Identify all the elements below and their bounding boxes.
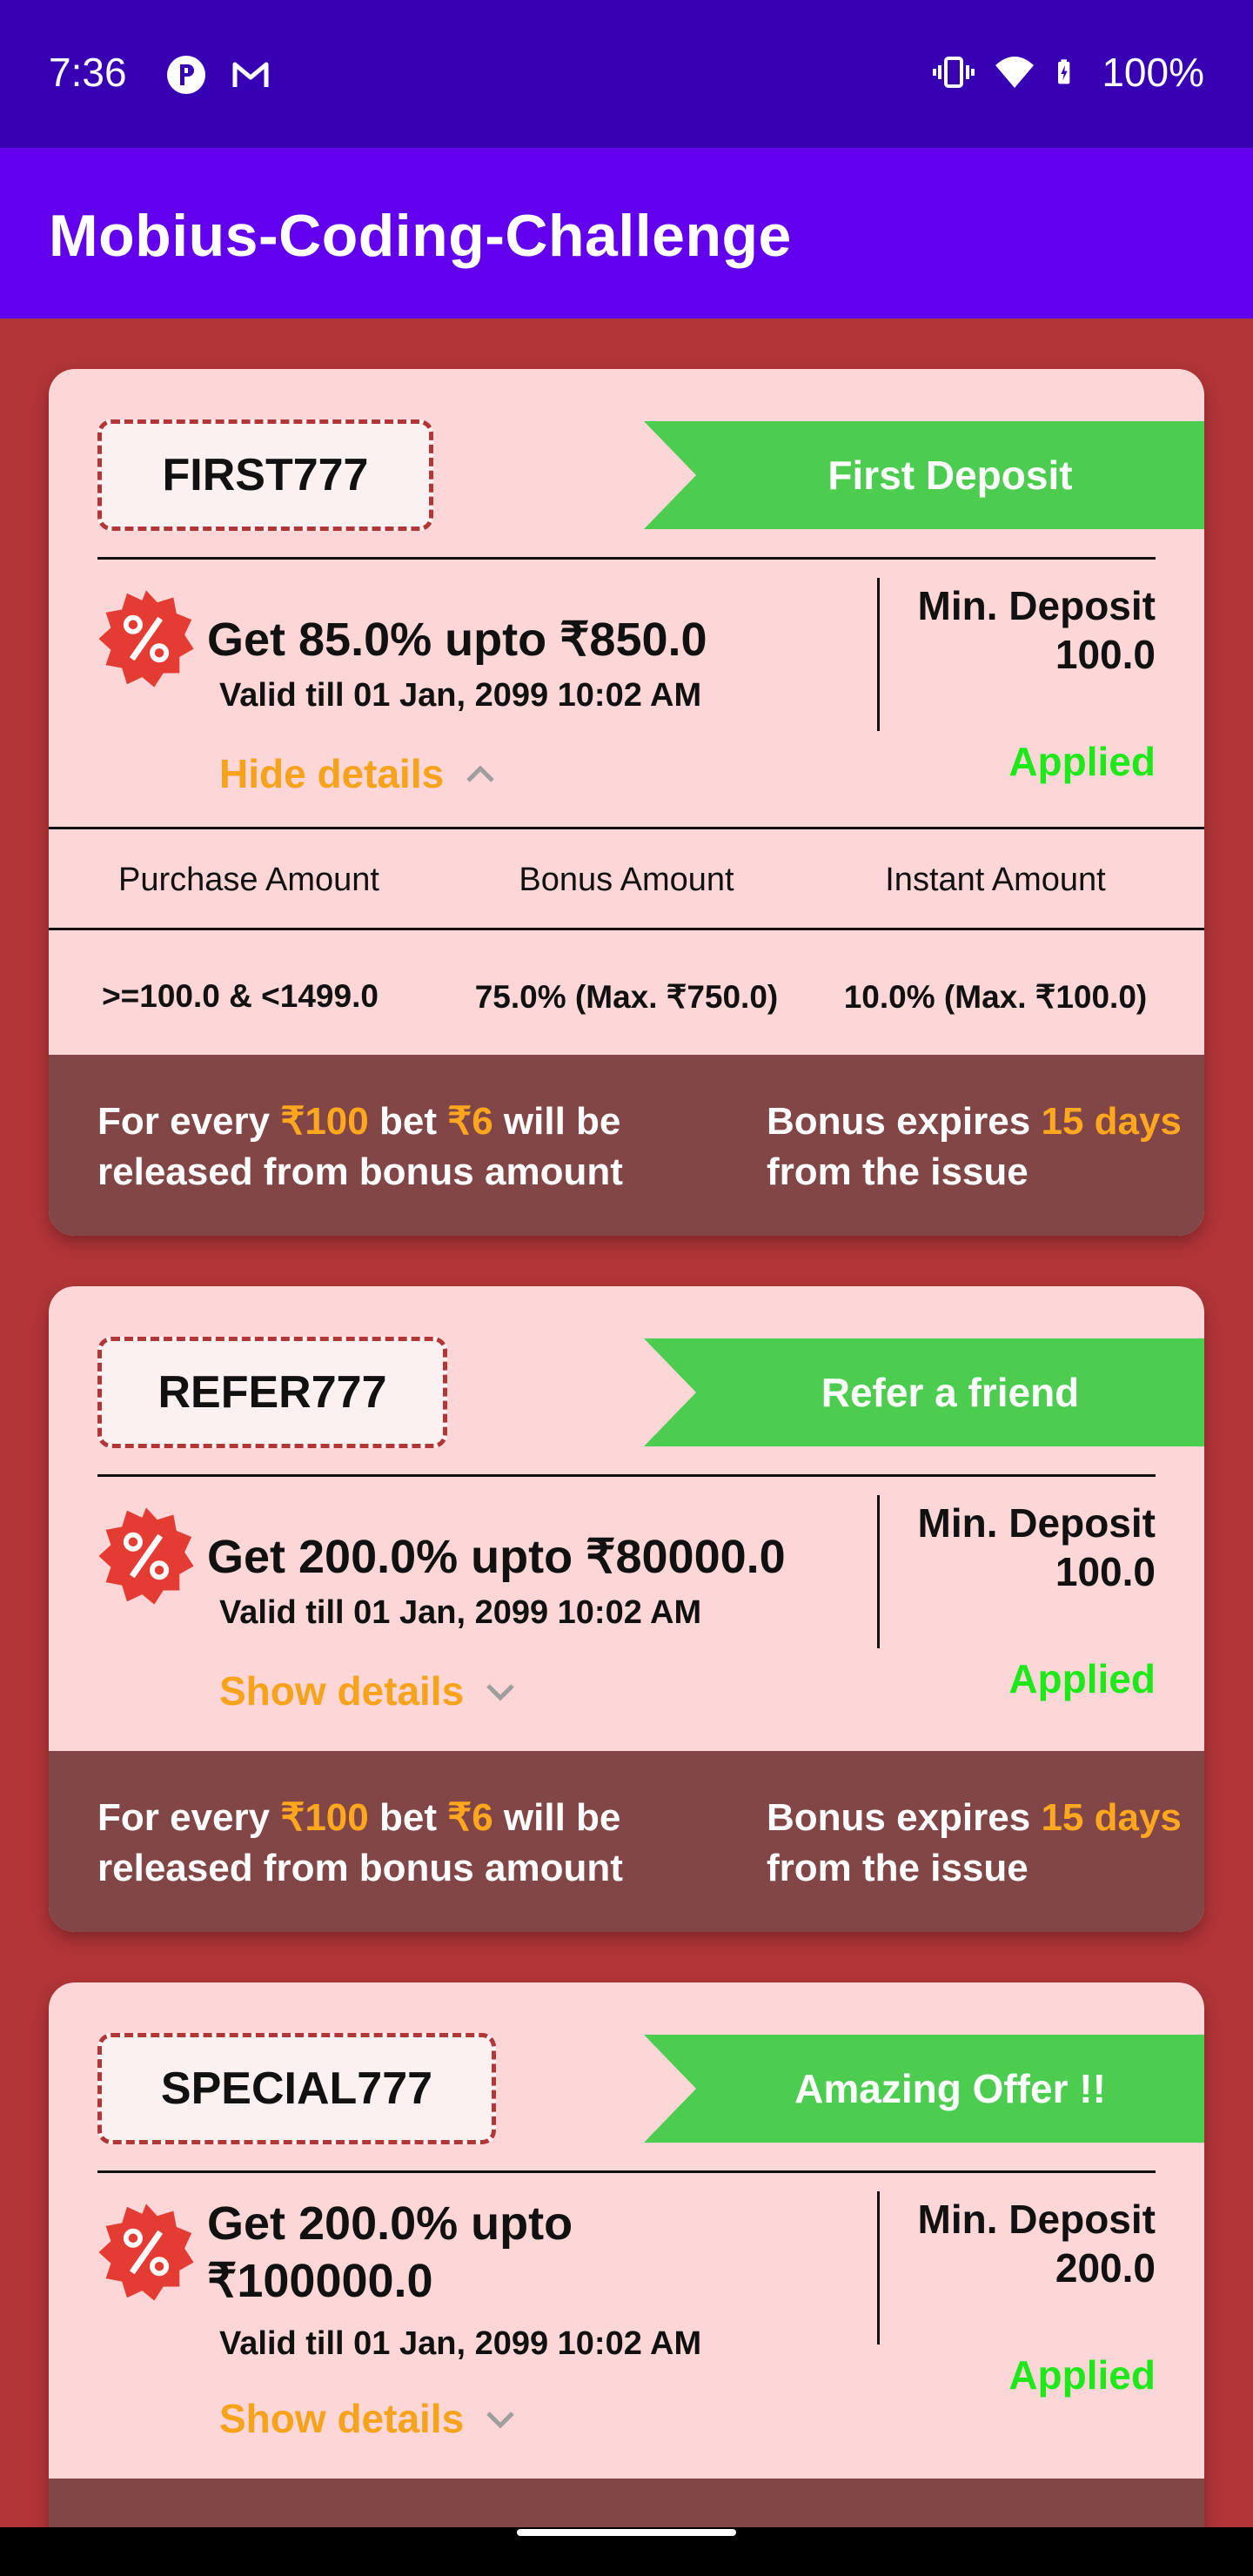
show-details-toggle[interactable]: Show details <box>219 1667 518 1714</box>
validity-text: Valid till 01 Jan, 2099 10:02 AM <box>219 2325 702 2362</box>
release-text: For every <box>97 1796 281 1839</box>
release-info: For every ₹100 bet ₹6 will be released f… <box>97 1793 707 1894</box>
percent-badge-icon <box>98 2204 194 2301</box>
app-bar: Mobius-Coding-Challenge <box>0 148 1253 319</box>
wifi-icon <box>995 57 1035 88</box>
toggle-label: Show details <box>219 2396 465 2441</box>
vibrate-icon <box>933 57 975 88</box>
release-text: bet <box>368 1796 448 1839</box>
table-cell-purchase: >=100.0 & <1499.0 <box>102 978 379 1014</box>
expiry-text: Bonus expires <box>767 1100 1042 1143</box>
expiry-days: 15 days <box>1041 1796 1182 1839</box>
status-notification-icons <box>165 54 271 96</box>
release-text: For every <box>97 1100 281 1143</box>
divider <box>97 1474 1156 1477</box>
applied-status: Applied <box>1008 2352 1156 2398</box>
release-info: For every ₹100 bet ₹6 will be released f… <box>97 1097 707 1197</box>
status-system-icons: 100% <box>933 49 1204 96</box>
vertical-divider <box>877 1495 880 1648</box>
release-amount: ₹100 <box>280 1796 369 1839</box>
applied-status: Applied <box>1008 1656 1156 1701</box>
table-cell-instant: 10.0% (Max. ₹100.0) <box>843 979 1148 1015</box>
offer-title: Get 200.0% upto ₹100000.0 <box>207 2195 573 2310</box>
validity-text: Valid till 01 Jan, 2099 10:02 AM <box>219 677 702 714</box>
divider <box>97 557 1156 560</box>
table-divider <box>49 928 1204 930</box>
min-deposit: Min. Deposit 100.0 <box>918 581 1156 679</box>
coupon-code[interactable]: REFER777 <box>97 1337 447 1448</box>
chevron-up-icon <box>466 765 494 782</box>
vertical-divider <box>877 2191 880 2345</box>
min-deposit-label: Min. Deposit <box>917 2197 1156 2242</box>
min-deposit-label: Min. Deposit <box>917 1500 1156 1546</box>
percent-badge-icon <box>98 1507 194 1605</box>
offer-title-line: ₹100000.0 <box>207 2255 433 2307</box>
min-deposit-value: 100.0 <box>1055 1549 1156 1594</box>
app-title: Mobius-Coding-Challenge <box>49 203 792 269</box>
table-divider <box>49 827 1204 829</box>
table-header-bonus: Bonus Amount <box>519 862 734 898</box>
expiry-text: from the issue <box>767 1847 1029 1889</box>
gesture-handle[interactable] <box>517 2529 736 2536</box>
expiry-text: Bonus expires <box>767 1796 1042 1839</box>
bonus-info-bar: For every ₹100 bet ₹6 will be released f… <box>49 1751 1204 1932</box>
divider <box>97 2170 1156 2173</box>
toggle-label: Show details <box>219 1668 465 1714</box>
offer-type-ribbon: Amazing Offer !! <box>644 2035 1204 2143</box>
min-deposit: Min. Deposit 100.0 <box>918 1499 1156 1596</box>
offer-card: FIRST777 First Deposit Get 85.0% upto ₹8… <box>49 369 1204 1236</box>
offer-title: Get 200.0% upto ₹80000.0 <box>207 1531 786 1583</box>
offer-card: REFER777 Refer a friend Get 200.0% upto … <box>49 1286 1204 1932</box>
offer-type-ribbon: Refer a friend <box>644 1338 1204 1446</box>
table-cell-bonus: 75.0% (Max. ₹750.0) <box>474 979 779 1015</box>
min-deposit-label: Min. Deposit <box>917 583 1156 628</box>
applied-status: Applied <box>1008 739 1156 784</box>
validity-text: Valid till 01 Jan, 2099 10:02 AM <box>219 1594 702 1631</box>
release-bet: ₹6 <box>447 1796 493 1839</box>
battery-charging-icon <box>1058 59 1070 84</box>
table-header-purchase: Purchase Amount <box>118 862 379 898</box>
expiry-days: 15 days <box>1041 1100 1182 1143</box>
offer-title: Get 85.0% upto ₹850.0 <box>207 614 707 666</box>
expiry-text: from the issue <box>767 1150 1029 1193</box>
battery-percentage: 100% <box>1102 50 1204 95</box>
offer-title-line: Get 200.0% upto <box>207 2197 573 2250</box>
min-deposit-value: 100.0 <box>1055 632 1156 677</box>
min-deposit-value: 200.0 <box>1055 2245 1156 2291</box>
coupon-code[interactable]: SPECIAL777 <box>97 2033 496 2144</box>
show-details-toggle[interactable]: Show details <box>219 2395 518 2442</box>
min-deposit: Min. Deposit 200.0 <box>918 2195 1156 2292</box>
status-bar: 7:36 100% <box>0 0 1253 148</box>
coupon-code[interactable]: FIRST777 <box>97 419 433 531</box>
status-time: 7:36 <box>49 50 127 95</box>
release-bet: ₹6 <box>447 1100 493 1143</box>
expiry-info: Bonus expires 15 days from the issue <box>767 1793 1184 1894</box>
chevron-down-icon <box>486 1684 514 1701</box>
percent-badge-icon <box>98 590 194 688</box>
vertical-divider <box>877 578 880 731</box>
chevron-down-icon <box>486 2412 514 2429</box>
hide-details-toggle[interactable]: Hide details <box>219 750 498 797</box>
table-header-instant: Instant Amount <box>885 862 1106 898</box>
gmail-icon <box>232 62 269 87</box>
bonus-info-bar: For every ₹100 bet ₹6 will be released f… <box>49 1055 1204 1236</box>
expiry-info: Bonus expires 15 days from the issue <box>767 1097 1184 1197</box>
release-text: bet <box>368 1100 448 1143</box>
offer-card: SPECIAL777 Amazing Offer !! Get 200.0% u… <box>49 1982 1204 2576</box>
circle-p-icon <box>167 56 205 94</box>
toggle-label: Hide details <box>219 751 445 796</box>
offer-type-ribbon: First Deposit <box>644 421 1204 529</box>
release-amount: ₹100 <box>280 1100 369 1143</box>
